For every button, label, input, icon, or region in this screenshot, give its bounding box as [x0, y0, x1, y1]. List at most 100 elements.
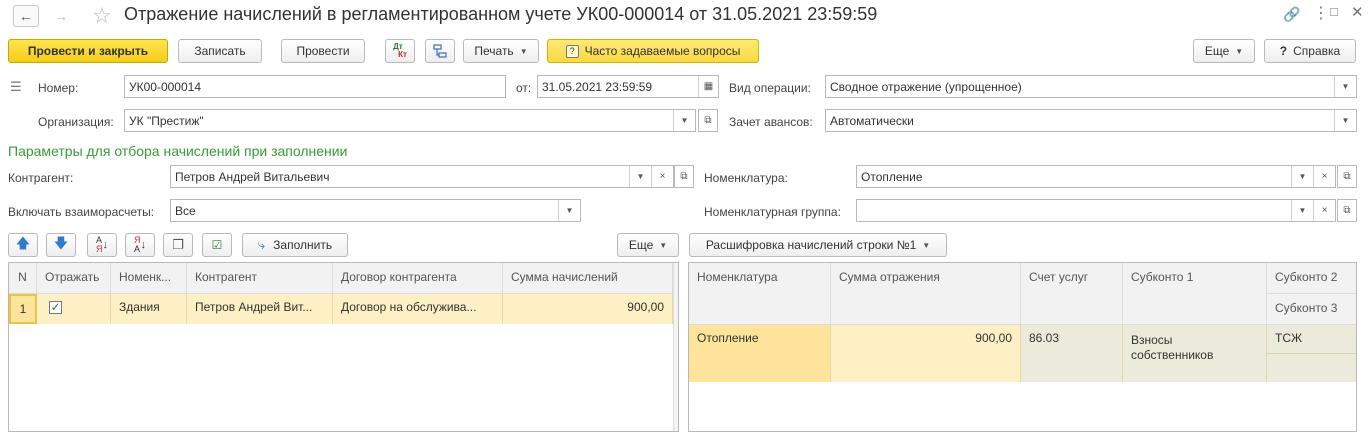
- nomenclature-select[interactable]: Отопление ▼ ×: [856, 165, 1336, 188]
- open-nomgroup-button[interactable]: ⧉: [1337, 199, 1357, 222]
- save-button[interactable]: Записать: [178, 39, 262, 63]
- subconto1-cell[interactable]: Взносы собственников: [1123, 325, 1267, 382]
- charges-table[interactable]: N Отражать Номенк... Контрагент Договор …: [8, 262, 679, 432]
- column-header-contractor[interactable]: Контрагент: [187, 263, 333, 294]
- date-label: от:: [516, 81, 532, 95]
- table-row[interactable]: 1 ✓ Здания Петров Андрей Вит... Договор …: [9, 294, 678, 324]
- clear-icon[interactable]: ×: [651, 166, 673, 187]
- number-label: Номер:: [38, 81, 79, 95]
- column-header-subconto2[interactable]: Субконто 2: [1267, 263, 1356, 294]
- copy-icon: ❐: [172, 237, 184, 252]
- nomenclature-label: Номенклатура:: [704, 171, 788, 185]
- print-button[interactable]: Печать ▼: [463, 39, 539, 63]
- advance-select[interactable]: Автоматически ▼: [825, 109, 1357, 132]
- column-header-subconto3[interactable]: Субконто 3: [1267, 294, 1356, 325]
- chevron-down-icon: ▼: [519, 46, 528, 56]
- contractor-cell[interactable]: Петров Андрей Вит...: [187, 294, 333, 324]
- chevron-down-icon: ▼: [659, 240, 668, 250]
- left-scrollbar[interactable]: [673, 263, 678, 431]
- faq-button[interactable]: ? Часто задаваемые вопросы: [547, 39, 759, 63]
- sort-asc-button[interactable]: A Я ↓: [87, 233, 117, 257]
- date-field[interactable]: 31.05.2021 23:59:59 ▦: [537, 75, 719, 98]
- calendar-button[interactable]: ▦: [698, 76, 718, 97]
- contractor-select[interactable]: Петров Андрей Витальевич ▼ ×: [170, 165, 674, 188]
- left-more-button[interactable]: Еще ▼: [617, 233, 679, 257]
- arrow-right-icon: →: [54, 8, 68, 24]
- sum-cell[interactable]: 900,00: [503, 294, 673, 324]
- reflect-cell[interactable]: ✓: [37, 294, 111, 324]
- subconto3-cell[interactable]: [1267, 354, 1356, 382]
- back-button[interactable]: ←: [13, 5, 39, 27]
- column-header-sum[interactable]: Сумма отражения: [831, 263, 1021, 325]
- check-all-button[interactable]: ☑: [202, 233, 232, 257]
- chevron-down-icon[interactable]: ▼: [1291, 200, 1313, 221]
- breakdown-button[interactable]: Расшифровка начислений строки №1 ▼: [689, 233, 947, 257]
- subconto2-cell[interactable]: ТСЖ: [1267, 325, 1356, 354]
- post-and-close-button[interactable]: Провести и закрыть: [8, 39, 168, 63]
- open-link-icon: ⧉: [1343, 171, 1351, 182]
- row-number-cell[interactable]: 1: [9, 294, 37, 324]
- column-header-contract[interactable]: Договор контрагента: [333, 263, 503, 294]
- nomgroup-select[interactable]: ▼ ×: [856, 199, 1336, 222]
- chevron-down-icon: ▼: [922, 240, 931, 250]
- chevron-down-icon[interactable]: ▼: [1291, 166, 1313, 187]
- chevron-down-icon[interactable]: ▼: [629, 166, 651, 187]
- checkbox-checked-icon[interactable]: ✓: [49, 300, 62, 314]
- help-button[interactable]: ? Справка: [1264, 39, 1356, 63]
- open-link-icon: ⧉: [1343, 205, 1351, 216]
- window-title: Отражение начислений в регламентированно…: [124, 4, 878, 24]
- sort-desc-button[interactable]: Я A ↓: [125, 233, 155, 257]
- column-header-nomenclature[interactable]: Номенклатура: [689, 263, 831, 325]
- operation-select[interactable]: Сводное отражение (упрощенное) ▼: [825, 75, 1357, 98]
- chevron-down-icon[interactable]: ▼: [558, 200, 580, 221]
- nomgroup-label: Номенклатурная группа:: [704, 205, 841, 219]
- move-up-button[interactable]: 🡅: [8, 233, 38, 257]
- chevron-down-icon[interactable]: ▼: [673, 110, 695, 131]
- column-header-account[interactable]: Счет услуг: [1021, 263, 1123, 325]
- dt-kt-button[interactable]: Дт Кт: [385, 39, 415, 63]
- move-down-button[interactable]: 🡇: [46, 233, 76, 257]
- question-icon: ?: [1279, 44, 1288, 58]
- arrow-left-icon: ←: [19, 8, 33, 24]
- open-organization-button[interactable]: ⧉: [698, 109, 718, 132]
- favorite-star-icon[interactable]: ☆: [92, 3, 112, 29]
- forward-button[interactable]: →: [48, 5, 74, 27]
- copy-button[interactable]: ❐: [163, 233, 193, 257]
- post-button[interactable]: Провести: [281, 39, 365, 63]
- nomenclature-cell[interactable]: Отопление: [689, 325, 831, 382]
- number-field[interactable]: УК00-000014: [124, 75, 506, 98]
- operation-label: Вид операции:: [729, 81, 811, 95]
- account-cell[interactable]: 86.03: [1021, 325, 1123, 382]
- organization-label: Организация:: [38, 115, 114, 129]
- chevron-down-icon[interactable]: ▼: [1334, 76, 1356, 97]
- column-header-nomenclature[interactable]: Номенк...: [111, 263, 187, 294]
- fill-arrow-icon: ⤷: [257, 237, 266, 252]
- structure-button[interactable]: [425, 39, 455, 63]
- open-nomenclature-button[interactable]: ⧉: [1337, 165, 1357, 188]
- clear-icon[interactable]: ×: [1313, 200, 1335, 221]
- chevron-down-icon[interactable]: ▼: [1334, 110, 1356, 131]
- maximize-icon[interactable]: □: [1330, 4, 1338, 19]
- contractor-label: Контрагент:: [8, 171, 74, 185]
- sum-cell[interactable]: 900,00: [831, 325, 1021, 382]
- close-icon[interactable]: ✕: [1351, 3, 1364, 21]
- clear-icon[interactable]: ×: [1313, 166, 1335, 187]
- open-contractor-button[interactable]: ⧉: [674, 165, 694, 188]
- more-button[interactable]: Еще ▼: [1193, 39, 1255, 63]
- document-icon: ☰: [10, 79, 22, 94]
- fill-button[interactable]: ⤷ Заполнить: [242, 233, 348, 257]
- open-link-icon: ⧉: [704, 115, 712, 126]
- contract-cell[interactable]: Договор на обслужива...: [333, 294, 503, 324]
- column-header-n[interactable]: N: [9, 263, 37, 294]
- column-header-sum[interactable]: Сумма начислений: [503, 263, 673, 294]
- column-header-reflect[interactable]: Отражать: [37, 263, 111, 294]
- chevron-down-icon: ▼: [1235, 46, 1244, 56]
- mutual-select[interactable]: Все ▼: [170, 199, 581, 222]
- column-header-subconto1[interactable]: Субконто 1: [1123, 263, 1267, 325]
- organization-select[interactable]: УК "Престиж" ▼: [124, 109, 696, 132]
- nomenclature-cell[interactable]: Здания: [111, 294, 187, 324]
- link-icon[interactable]: 🔗: [1283, 6, 1300, 23]
- breakdown-table[interactable]: Номенклатура Сумма отражения Счет услуг …: [688, 262, 1357, 432]
- more-vertical-icon[interactable]: ⋮: [1313, 3, 1329, 23]
- table-row[interactable]: Отопление 900,00 86.03 Взносы собственни…: [689, 325, 1356, 382]
